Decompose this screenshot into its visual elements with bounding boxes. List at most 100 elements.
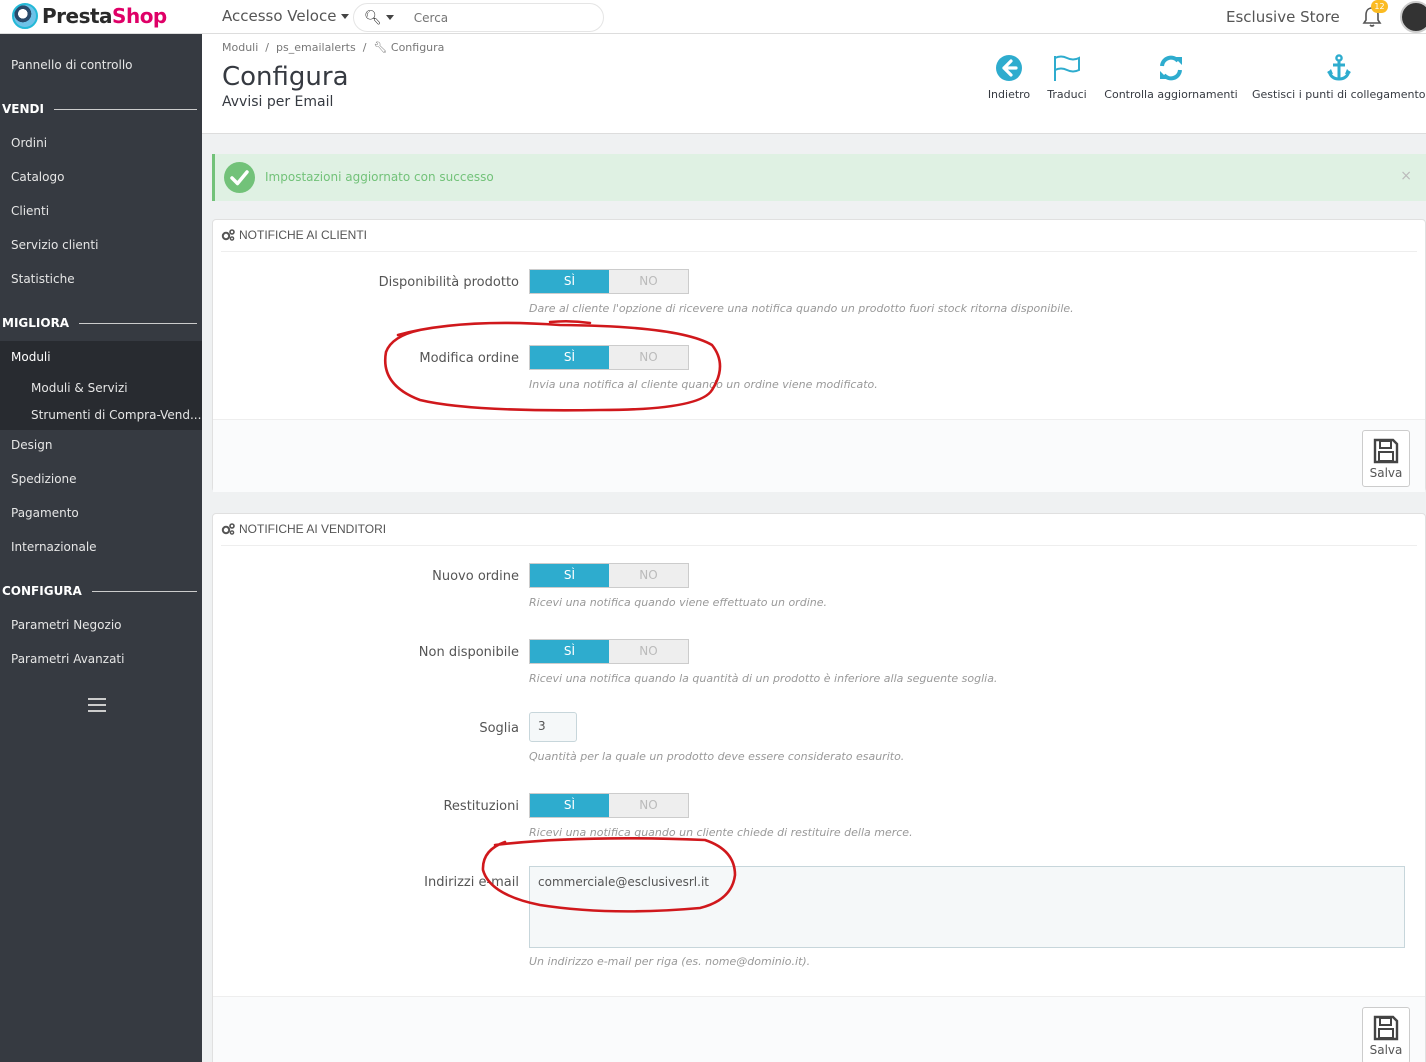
sidebar: Pannello di controllo VENDI Ordini Catal… [0, 34, 202, 1062]
menu-collapse-icon[interactable] [88, 698, 106, 716]
page-header: Moduli / ps_emailalerts / 🔧︎ Configura Confi… [202, 34, 1426, 134]
divider [53, 108, 197, 110]
breadcrumb-item-module[interactable]: ps_emailalerts [276, 41, 356, 54]
divider [221, 545, 1417, 546]
manage-hooks-label: Gestisci i punti di collegamento [1252, 88, 1426, 101]
sidebar-section-sell: VENDI [2, 102, 197, 116]
panel-footer: Salva [213, 996, 1425, 1062]
sidebar-item-shipping[interactable]: Spedizione [11, 472, 77, 486]
field-label-order-edit: Modifica ordine [419, 351, 519, 366]
toggle-yes[interactable]: SÌ [530, 640, 609, 663]
quick-access-dropdown[interactable]: Accesso Veloce [222, 7, 350, 25]
sidebar-item-customer-service[interactable]: Servizio clienti [11, 238, 98, 252]
breadcrumb-item-modules[interactable]: Moduli [222, 41, 258, 54]
field-help-order-edit: Invia una notifica al cliente quando un … [529, 378, 878, 391]
toggle-no[interactable]: NO [609, 270, 688, 293]
store-name-link[interactable]: Esclusive Store [1226, 8, 1340, 26]
floppy-disk-icon [1373, 1015, 1399, 1041]
sidebar-item-modules[interactable]: Moduli [11, 350, 51, 364]
panel-footer: Salva [213, 419, 1425, 492]
logo-text-shop: Shop [112, 4, 167, 28]
customer-notifications-panel: NOTIFICHE AI CLIENTI Disponibilità prodo… [212, 219, 1426, 492]
threshold-input[interactable]: 3 [529, 712, 577, 742]
check-updates-button[interactable]: Controlla aggiornamenti [1101, 54, 1241, 101]
divider [91, 590, 197, 592]
toggle-no[interactable]: NO [609, 794, 688, 817]
field-label-returns: Restituzioni [443, 799, 519, 814]
panel-title: NOTIFICHE AI VENDITORI [239, 522, 387, 536]
manage-hooks-button[interactable]: Gestisci i punti di collegamento [1252, 54, 1426, 101]
top-header: PrestaShop Accesso Veloce 🔍︎ Esclusive S… [0, 0, 1426, 34]
flag-icon [1054, 55, 1080, 81]
prestashop-logo[interactable]: PrestaShop [12, 3, 167, 29]
sidebar-item-catalog[interactable]: Catalogo [11, 170, 64, 184]
translate-button[interactable]: Traduci [1044, 54, 1090, 101]
check-circle-icon [224, 162, 255, 193]
sidebar-subitem-modules-services[interactable]: Moduli & Servizi [31, 381, 128, 395]
section-label: CONFIGURA [2, 584, 82, 598]
anchor-icon [1327, 54, 1351, 81]
toggle-yes[interactable]: SÌ [530, 346, 609, 369]
breadcrumb: Moduli / ps_emailalerts / 🔧︎ Configura [222, 41, 445, 54]
toggle-yes[interactable]: SÌ [530, 564, 609, 587]
avatar[interactable] [1400, 1, 1426, 33]
field-help-out-of-stock: Ricevi una notifica quando la quantità d… [529, 672, 998, 685]
out-of-stock-toggle[interactable]: SÌ NO [529, 639, 689, 664]
toggle-yes[interactable]: SÌ [530, 794, 609, 817]
refresh-icon [1160, 55, 1182, 81]
check-updates-label: Controlla aggiornamenti [1104, 88, 1238, 101]
field-help-product-availability: Dare al cliente l'opzione di ricevere un… [529, 302, 1074, 315]
search-icon[interactable]: 🔍︎ [364, 10, 382, 26]
close-icon[interactable]: × [1400, 168, 1412, 184]
merchant-notifications-panel: NOTIFICHE AI VENDITORI Nuovo ordine SÌ N… [212, 513, 1426, 1062]
translate-label: Traduci [1047, 88, 1087, 101]
field-help-returns: Ricevi una notifica quando un cliente ch… [529, 826, 913, 839]
panel-heading: NOTIFICHE AI CLIENTI [221, 228, 367, 242]
cogs-icon [221, 229, 235, 241]
chevron-down-icon[interactable] [385, 15, 394, 20]
sidebar-item-shop-params[interactable]: Parametri Negozio [11, 618, 122, 632]
field-label-out-of-stock: Non disponibile [418, 645, 519, 660]
page-subtitle: Avvisi per Email [222, 94, 334, 110]
toggle-no[interactable]: NO [609, 640, 688, 663]
back-label: Indietro [987, 88, 1031, 101]
logo-text-presta: Presta [42, 4, 113, 28]
sidebar-item-stats[interactable]: Statistiche [11, 272, 75, 286]
section-label: MIGLIORA [2, 316, 70, 330]
sidebar-item-customers[interactable]: Clienti [11, 204, 49, 218]
search-input[interactable] [413, 10, 574, 25]
field-label-emails: Indirizzi e-mail [424, 875, 519, 890]
new-order-toggle[interactable]: SÌ NO [529, 563, 689, 588]
page-title: Configura [222, 62, 349, 92]
success-alert: Impostazioni aggiornato con successo × [212, 154, 1426, 201]
floppy-disk-icon [1373, 438, 1399, 464]
save-label: Salva [1369, 466, 1403, 480]
order-edit-toggle[interactable]: SÌ NO [529, 345, 689, 370]
divider [221, 251, 1417, 252]
puffin-logo-icon [12, 3, 38, 29]
breadcrumb-item-configure: Configura [390, 41, 445, 54]
returns-toggle[interactable]: SÌ NO [529, 793, 689, 818]
section-label: VENDI [2, 102, 44, 116]
sidebar-item-payment[interactable]: Pagamento [11, 506, 79, 520]
emails-textarea[interactable]: commerciale@esclusivesrl.it [529, 866, 1405, 948]
save-button[interactable]: Salva [1362, 430, 1410, 487]
back-button[interactable]: Indietro [984, 54, 1034, 101]
toggle-yes[interactable]: SÌ [530, 270, 609, 293]
sidebar-item-advanced-params[interactable]: Parametri Avanzati [11, 652, 124, 666]
field-help-emails: Un indirizzo e-mail per riga (es. nome@d… [529, 955, 811, 968]
save-button[interactable]: Salva [1362, 1007, 1410, 1062]
sidebar-item-orders[interactable]: Ordini [11, 136, 47, 150]
sidebar-item-design[interactable]: Design [11, 438, 52, 452]
product-availability-toggle[interactable]: SÌ NO [529, 269, 689, 294]
divider [79, 322, 197, 324]
wrench-icon: 🔧︎ [373, 41, 388, 54]
notification-badge: 12 [1371, 0, 1388, 13]
sidebar-item-dashboard[interactable]: Pannello di controllo [11, 58, 133, 72]
quick-access-label: Accesso Veloce [222, 7, 337, 25]
sidebar-subitem-marketplace-tools[interactable]: Strumenti di Compra-Vend... [31, 408, 201, 422]
field-help-new-order: Ricevi una notifica quando viene effettu… [529, 596, 827, 609]
sidebar-item-international[interactable]: Internazionale [11, 540, 97, 554]
toggle-no[interactable]: NO [609, 346, 688, 369]
toggle-no[interactable]: NO [609, 564, 688, 587]
